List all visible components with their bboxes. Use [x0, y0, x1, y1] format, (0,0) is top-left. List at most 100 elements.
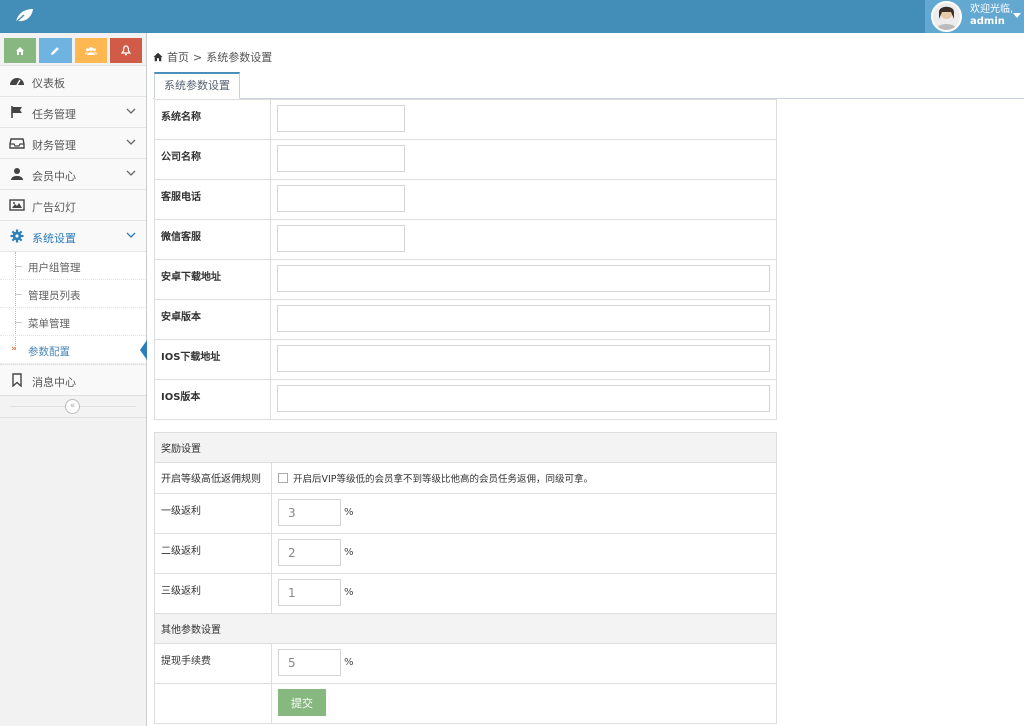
sidebar-item-label: 广告幻灯 — [32, 201, 76, 214]
submenu-item-params[interactable]: » 参数配置 — [0, 336, 147, 364]
field-label: 公司名称 — [154, 139, 271, 180]
breadcrumb: 首页 > 系统参数设置 — [153, 49, 272, 65]
sidebar-item-label: 仪表板 — [32, 77, 65, 90]
unit-label: % — [344, 507, 354, 518]
level3-rebate-input[interactable] — [278, 579, 341, 606]
sidebar-collapse-bar: « — [0, 395, 146, 418]
sidebar: 仪表板 任务管理 财务管理 会员中心 广告幻灯 系统设置 用户组管理 管理员列表 — [0, 33, 147, 726]
form-row: IOS版本 — [154, 379, 777, 420]
field-label: 二级返利 — [154, 533, 272, 574]
sidebar-item-finance[interactable]: 财务管理 — [0, 127, 146, 158]
field-cell: 开启后VIP等级低的会员拿不到等级比他高的会员任务返佣，同级可拿。 — [271, 462, 777, 494]
sidebar-item-dashboard[interactable]: 仪表板 — [0, 65, 146, 96]
field-cell: % — [271, 533, 777, 574]
tree-dash — [15, 266, 22, 267]
sidebar-item-messages[interactable]: 消息中心 — [0, 364, 146, 395]
field-cell — [270, 339, 777, 380]
system-name-input[interactable] — [277, 105, 405, 132]
field-label: 开启等级高低返佣规则 — [154, 462, 272, 494]
field-label: 安卓版本 — [154, 299, 271, 340]
double-angle-right-icon: » — [11, 344, 17, 354]
notify-shortcut-button[interactable] — [109, 38, 142, 63]
android-version-input[interactable] — [277, 305, 770, 332]
level-rule-checkbox[interactable] — [278, 473, 288, 483]
submenu-item-label: 参数配置 — [28, 346, 70, 358]
sidebar-shortcuts — [0, 33, 146, 65]
chevron-down-icon — [126, 232, 136, 238]
submenu-item-label: 用户组管理 — [28, 262, 81, 274]
service-phone-input[interactable] — [277, 185, 405, 212]
company-name-input[interactable] — [277, 145, 405, 172]
unit-label: % — [344, 587, 354, 598]
sidebar-item-tasks[interactable]: 任务管理 — [0, 96, 146, 127]
section-header: 其他参数设置 — [154, 613, 777, 644]
home-shortcut-button[interactable] — [4, 38, 37, 63]
pencil-icon — [51, 46, 60, 55]
tree-dash — [15, 322, 22, 323]
sidebar-item-label: 消息中心 — [32, 376, 76, 389]
form-row: 客服电话 — [154, 179, 777, 220]
wechat-service-input[interactable] — [277, 225, 405, 252]
tree-dash — [15, 294, 22, 295]
field-cell: % — [271, 643, 777, 684]
level-rule-checkbox-wrap[interactable]: 开启后VIP等级低的会员拿不到等级比他高的会员任务返佣，同级可拿。 — [278, 468, 770, 485]
sidebar-item-settings[interactable]: 系统设置 — [0, 220, 146, 251]
leaf-logo-icon[interactable] — [14, 8, 34, 24]
submenu-item-user-groups[interactable]: 用户组管理 — [0, 252, 146, 280]
sidebar-item-label: 任务管理 — [32, 108, 76, 121]
other-section-title: 其他参数设置 — [154, 613, 777, 644]
top-navbar: 欢迎光临, admin — [0, 0, 1024, 33]
breadcrumb-separator: > — [193, 50, 203, 64]
picture-icon — [9, 199, 25, 211]
unit-label: % — [344, 547, 354, 558]
chevron-down-icon — [126, 139, 136, 145]
settings-submenu: 用户组管理 管理员列表 菜单管理 » 参数配置 — [0, 251, 147, 364]
field-label: 客服电话 — [154, 179, 271, 220]
edit-shortcut-button[interactable] — [39, 38, 72, 63]
inbox-icon — [9, 138, 25, 149]
welcome-text: 欢迎光临, — [970, 4, 1014, 15]
gear-icon — [10, 229, 24, 243]
form-row: 系统名称 — [154, 99, 777, 140]
breadcrumb-current: 系统参数设置 — [206, 51, 273, 64]
submenu-item-label: 菜单管理 — [28, 318, 70, 330]
submit-button[interactable]: 提交 — [278, 689, 326, 716]
field-cell — [270, 99, 777, 140]
field-label: 三级返利 — [154, 573, 272, 614]
submenu-item-admins[interactable]: 管理员列表 — [0, 280, 146, 308]
sidebar-item-ads[interactable]: 广告幻灯 — [0, 189, 146, 220]
sidebar-item-members[interactable]: 会员中心 — [0, 158, 146, 189]
level-rule-text: 开启后VIP等级低的会员拿不到等级比他高的会员任务返佣，同级可拿。 — [293, 474, 594, 485]
user-menu[interactable]: 欢迎光临, admin — [925, 0, 1024, 33]
level2-rebate-input[interactable] — [278, 539, 341, 566]
avatar — [931, 1, 962, 32]
field-cell — [270, 219, 777, 260]
field-cell: % — [271, 493, 777, 534]
level1-rebate-input[interactable] — [278, 499, 341, 526]
ios-url-input[interactable] — [277, 345, 770, 372]
flag-icon — [11, 106, 22, 118]
withdraw-fee-input[interactable] — [278, 649, 341, 676]
field-label: 一级返利 — [154, 493, 272, 534]
chevron-down-icon — [126, 170, 136, 176]
submenu-item-label: 管理员列表 — [28, 290, 81, 302]
form-row: 安卓版本 — [154, 299, 777, 340]
reward-section-title: 奖励设置 — [154, 432, 777, 463]
chevron-down-icon — [126, 108, 136, 114]
submenu-item-menus[interactable]: 菜单管理 — [0, 308, 146, 336]
breadcrumb-home-link[interactable]: 首页 — [167, 49, 189, 65]
field-cell: 提交 — [271, 683, 777, 724]
field-label: IOS下载地址 — [154, 339, 271, 380]
collapse-sidebar-button[interactable]: « — [65, 399, 80, 414]
section-header: 奖励设置 — [154, 432, 777, 463]
unit-label: % — [344, 657, 354, 668]
caret-down-icon — [1013, 13, 1021, 18]
ios-version-input[interactable] — [277, 385, 770, 412]
tab-system-params[interactable]: 系统参数设置 — [154, 72, 240, 99]
android-url-input[interactable] — [277, 265, 770, 292]
home-icon — [153, 52, 163, 62]
users-shortcut-button[interactable] — [74, 38, 107, 63]
field-cell: % — [271, 573, 777, 614]
basic-settings-table: 系统名称 公司名称 客服电话 微信客服 安卓下载地址 安卓版本 IOS下载地址 — [154, 99, 777, 420]
bookmark-icon — [12, 373, 22, 387]
